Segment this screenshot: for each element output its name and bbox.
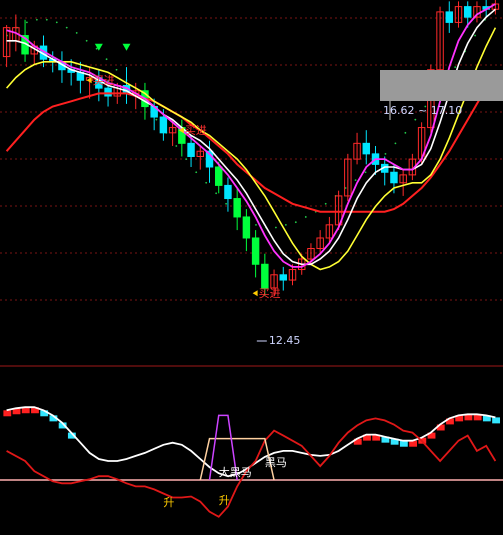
candle-body: [463, 6, 472, 18]
dotted-point: [205, 181, 208, 184]
candle-body: [187, 142, 195, 157]
candle-body: [159, 116, 168, 134]
dotted-point: [215, 192, 218, 195]
price-range-box: [380, 70, 503, 101]
indicator-block: [3, 410, 12, 417]
candle-body: [224, 184, 232, 200]
indicator-signal-label: 升: [219, 494, 230, 507]
buy-signal-label: 买进: [185, 124, 207, 137]
dotted-point: [155, 118, 158, 121]
indicator-block: [399, 440, 408, 447]
candle-body: [390, 171, 398, 184]
dotted-point: [95, 47, 98, 50]
candle-body: [233, 198, 241, 218]
dotted-point: [26, 21, 28, 24]
signal-triangle-icon: [122, 43, 131, 51]
candle-body: [214, 166, 223, 186]
dotted-point: [85, 39, 88, 42]
candle-body: [362, 142, 371, 155]
dotted-point: [324, 202, 327, 205]
candle-body: [279, 274, 288, 281]
buy-signal-label: 买进: [259, 287, 281, 300]
dotted-point: [175, 145, 178, 147]
dotted-point: [185, 158, 188, 161]
dotted-point: [454, 66, 457, 68]
dotted-point: [364, 171, 367, 174]
dotted-point: [45, 18, 48, 21]
indicator-signal-label: 黑马: [265, 456, 287, 469]
candle-body: [445, 11, 454, 23]
dotted-point: [354, 179, 357, 182]
dotted-point: [474, 34, 476, 37]
price-grid: [0, 17, 503, 301]
dotted-point: [195, 171, 198, 174]
dotted-point: [294, 221, 297, 224]
dotted-point: [75, 32, 78, 34]
dotted-point: [255, 223, 257, 226]
stock-chart: 买进买进买进16.62 ~ 17.1012.45大黑马黑马升升: [0, 0, 503, 518]
indicator-signal-label: 大黑马: [219, 465, 252, 479]
dotted-point: [414, 118, 417, 121]
dotted-point: [105, 58, 108, 61]
indicator-block: [409, 440, 417, 447]
dotted-point: [404, 131, 407, 134]
dotted-point: [55, 21, 58, 24]
dotted-point: [225, 202, 228, 205]
stock-chart-window: 买进 买进 买进 16.62 ~ 17.10 12.45 大黑马 黑马升升: [0, 0, 503, 535]
dotted-point: [284, 223, 287, 226]
dotted-point: [65, 26, 68, 29]
range-label: 16.62 ~ 17.10: [383, 104, 462, 117]
indicator-block: [492, 417, 500, 424]
low-price-label: 12.45: [269, 334, 301, 347]
candle-body: [251, 237, 260, 265]
candle-body: [104, 87, 112, 97]
buy-signal-icon: [252, 290, 258, 297]
dotted-point: [115, 68, 118, 71]
candle-body: [261, 263, 269, 289]
buy-signal-label: 买进: [93, 74, 115, 87]
dotted-point: [384, 152, 387, 155]
dotted-point: [304, 216, 307, 218]
indicator-signal-label: 升: [163, 496, 174, 509]
dotted-point: [35, 18, 38, 21]
signal-triangle-icon: [94, 43, 103, 51]
candle-body: [242, 216, 251, 239]
dotted-point: [275, 226, 277, 229]
dotted-point: [394, 142, 397, 145]
candlesticks: [2, 0, 500, 296]
